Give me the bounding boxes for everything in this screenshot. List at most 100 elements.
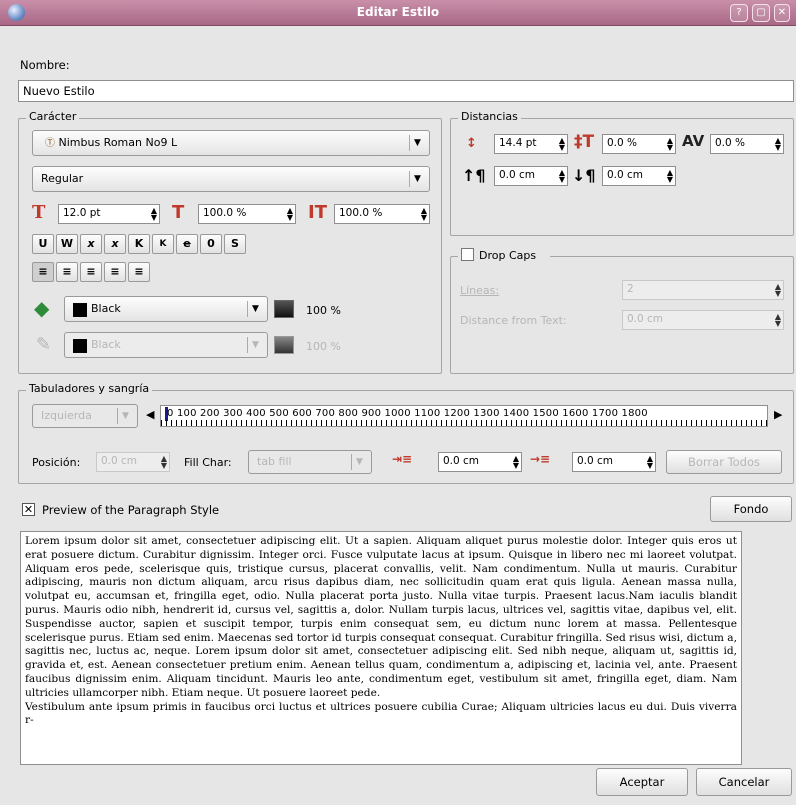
spin-arrows-icon[interactable]: ▲ ▼ [559, 137, 565, 152]
align-right-button[interactable]: ≡ [80, 262, 102, 282]
space-below-value: 0.0 cm [607, 169, 644, 181]
spin-arrows-icon[interactable]: ▲ ▼ [287, 207, 293, 222]
superscript-button[interactable]: x [104, 234, 126, 254]
fill-color-swatch [73, 303, 87, 317]
spin-arrows-icon[interactable]: ▲ ▼ [667, 137, 673, 152]
font-size-value: 12.0 pt [63, 207, 101, 219]
font-size-icon: T [32, 202, 46, 223]
strikethrough-button[interactable]: e [176, 234, 198, 254]
font-size-spinbox[interactable]: 12.0 pt ▲ ▼ [58, 204, 160, 224]
underline-words-button[interactable]: W [56, 234, 78, 254]
chevron-down-icon: ▼ [247, 337, 263, 353]
ruler-scroll-right-icon[interactable]: ▶ [774, 408, 782, 421]
dropcaps-header: Drop Caps [458, 248, 551, 262]
align-center-button[interactable]: ≡ [56, 262, 78, 282]
fill-char-label: Fill Char: [184, 456, 232, 469]
dropcaps-lines-spinbox[interactable]: 2 ▲ ▼ [622, 280, 784, 300]
spin-arrows-icon[interactable]: ▲ ▼ [775, 137, 781, 152]
all-caps-button[interactable]: K [128, 234, 150, 254]
distances-group-label: Distancias [458, 110, 521, 123]
space-above-value: 0.0 cm [499, 169, 536, 181]
align-center-icon: ≡ [62, 265, 72, 278]
stroke-shade-icon [274, 336, 294, 354]
scale-height-spinbox[interactable]: 100.0 % ▲ ▼ [334, 204, 430, 224]
tracking-icon: AV [682, 132, 705, 150]
left-indent-value: 0.0 cm [443, 455, 480, 467]
space-above-spinbox[interactable]: 0.0 cm ▲ ▼ [494, 166, 568, 186]
stroke-color-combo[interactable]: Black ▼ [64, 332, 268, 358]
window-title: Editar Estilo [356, 5, 440, 19]
scale-height-value: 100.0 % [339, 207, 383, 219]
spin-arrows-icon[interactable]: ▲ ▼ [775, 313, 781, 328]
style-combo[interactable]: Regular ▼ [32, 166, 430, 192]
spin-arrows-icon[interactable]: ▲ ▼ [151, 207, 157, 222]
left-indent-spinbox[interactable]: 0.0 cm ▲ ▼ [438, 452, 522, 472]
dropcaps-lines-label: Líneas: [460, 284, 500, 297]
small-caps-button[interactable]: K [152, 234, 174, 254]
scale-width-icon: T [172, 202, 185, 223]
first-line-indent-spinbox[interactable]: 0.0 cm ▲ ▼ [572, 452, 656, 472]
subscript-button[interactable]: x [80, 234, 102, 254]
help-icon[interactable]: ? [730, 4, 748, 22]
preview-text-2: Vestibulum ante ipsum primis in faucibus… [25, 700, 737, 727]
line-spacing-spinbox[interactable]: 14.4 pt ▲ ▼ [494, 134, 568, 154]
underline-button[interactable]: U [32, 234, 54, 254]
spin-arrows-icon[interactable]: ▲ ▼ [775, 283, 781, 298]
spin-arrows-icon[interactable]: ▲ ▼ [421, 207, 427, 222]
tab-alignment-combo[interactable]: Izquierda ▼ [32, 404, 138, 428]
spin-arrows-icon[interactable]: ▲ ▼ [647, 455, 653, 470]
tab-ruler[interactable]: 0 100 200 300 400 500 600 700 800 900 10… [160, 405, 768, 427]
fill-char-value: tab fill [257, 455, 292, 468]
fill-color-combo[interactable]: Black ▼ [64, 296, 268, 322]
maximize-icon[interactable]: ▢ [752, 4, 770, 22]
dropcaps-distance-value: 0.0 cm [627, 313, 664, 325]
outline-button[interactable]: 0 [200, 234, 222, 254]
style-value: Regular [41, 172, 84, 185]
space-above-icon: ↑¶ [462, 166, 486, 185]
fill-char-combo[interactable]: tab fill ▼ [248, 450, 372, 474]
name-input[interactable]: Nuevo Estilo [18, 80, 794, 102]
character-group-label: Carácter [26, 110, 80, 123]
spin-arrows-icon[interactable]: ▲ ▼ [513, 455, 519, 470]
background-button[interactable]: Fondo [710, 496, 792, 522]
space-below-spinbox[interactable]: 0.0 cm ▲ ▼ [602, 166, 676, 186]
chevron-down-icon: ▼ [409, 171, 425, 187]
delete-all-tabs-button[interactable]: Borrar Todos [666, 450, 782, 474]
align-forced-button[interactable]: ≡ [128, 262, 150, 282]
shadow-button[interactable]: S [224, 234, 246, 254]
spin-arrows-icon[interactable]: ▲ ▼ [667, 169, 673, 184]
align-block-button[interactable]: ≡ [104, 262, 126, 282]
cancel-button[interactable]: Cancelar [696, 768, 792, 796]
stroke-color-value: Black [91, 338, 121, 351]
dropcaps-checkbox[interactable] [461, 248, 474, 261]
stroke-pen-icon: ✎ [36, 334, 52, 355]
scale-width-spinbox[interactable]: 100.0 % ▲ ▼ [198, 204, 296, 224]
tracking-spinbox[interactable]: 0.0 % ▲ ▼ [710, 134, 784, 154]
accept-button[interactable]: Aceptar [596, 768, 688, 796]
align-left-icon: ≡ [38, 265, 48, 278]
chevron-down-icon: ▼ [247, 301, 263, 317]
tab-position-spinbox[interactable]: 0.0 cm ▲ ▼ [96, 452, 170, 472]
dropcaps-distance-spinbox[interactable]: 0.0 cm ▲ ▼ [622, 310, 784, 330]
ruler-scroll-left-icon[interactable]: ◀ [146, 408, 154, 421]
spin-arrows-icon[interactable]: ▲ ▼ [559, 169, 565, 184]
font-type-icon: Ⓣ [45, 138, 55, 149]
left-indent-icon: ⇥≡ [392, 452, 413, 466]
line-spacing-icon: ↕ [466, 136, 477, 151]
first-line-indent-value: 0.0 cm [577, 455, 614, 467]
baseline-value: 0.0 % [607, 137, 638, 149]
preview-checkbox[interactable]: ✕ [22, 503, 35, 516]
align-left-button[interactable]: ≡ [32, 262, 54, 282]
scale-width-value: 100.0 % [203, 207, 247, 219]
preview-text: Lorem ipsum dolor sit amet, consectetuer… [25, 535, 737, 699]
tab-position-value: 0.0 cm [101, 455, 138, 467]
line-spacing-value: 14.4 pt [499, 137, 537, 149]
close-icon[interactable]: ✕ [774, 4, 790, 22]
name-label: Nombre: [20, 58, 70, 72]
baseline-offset-icon: ‡T [574, 132, 595, 152]
font-combo[interactable]: Ⓣ Nimbus Roman No9 L ▼ [32, 130, 430, 156]
baseline-spinbox[interactable]: 0.0 % ▲ ▼ [602, 134, 676, 154]
paragraph-preview: Lorem ipsum dolor sit amet, consectetuer… [20, 531, 742, 765]
stroke-shade-value: 100 % [306, 340, 341, 353]
spin-arrows-icon[interactable]: ▲ ▼ [161, 455, 167, 470]
